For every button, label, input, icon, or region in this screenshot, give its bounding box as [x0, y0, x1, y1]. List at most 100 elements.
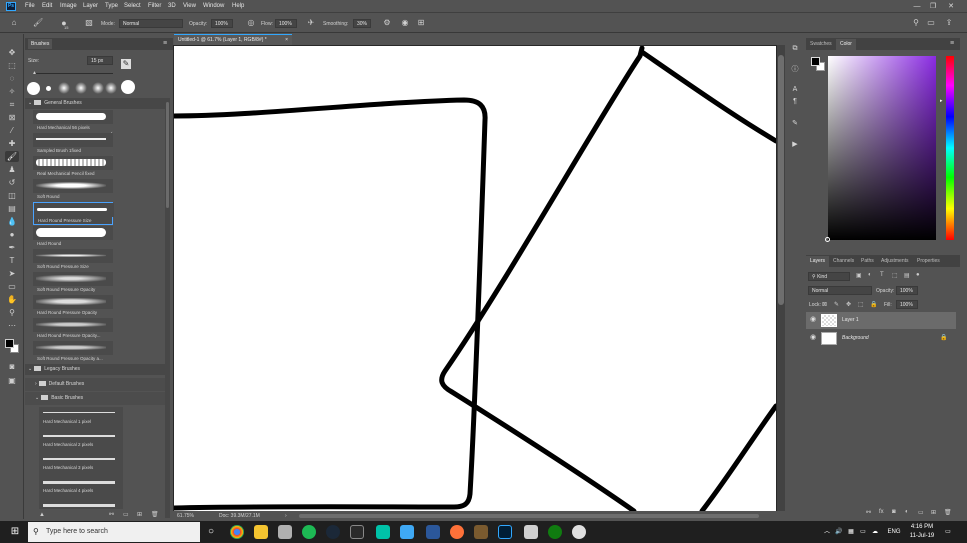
size-slider-track[interactable]	[33, 73, 113, 74]
minecraft-icon[interactable]	[474, 525, 488, 539]
quick-mask-icon[interactable]: ◙	[5, 361, 19, 372]
filter-pixel-icon[interactable]: ▣	[856, 272, 862, 279]
tab-layers[interactable]: Layers	[806, 256, 830, 267]
airbrush-icon[interactable]: ✈	[306, 18, 316, 28]
gradient-tool-icon[interactable]: ▤	[5, 203, 19, 214]
document-horizontal-scrollbar-thumb[interactable]	[299, 514, 759, 518]
brush-tip-hard-xl[interactable]	[121, 80, 135, 94]
tray-chevron-icon[interactable]: ︿	[822, 521, 832, 543]
brush-tip-soft-2[interactable]	[75, 82, 87, 94]
type-tool-icon[interactable]: T	[5, 255, 19, 266]
smoothing-gear-icon[interactable]: ⚙	[382, 18, 392, 28]
color-picker-field[interactable]	[828, 56, 936, 240]
size-field[interactable]: 15 px	[87, 56, 113, 65]
blend-mode-select[interactable]: Normal	[808, 286, 872, 295]
epic-games-icon[interactable]	[350, 525, 364, 539]
path-selection-tool-icon[interactable]: ➤	[5, 268, 19, 279]
crop-tool-icon[interactable]: ⌗	[5, 99, 19, 110]
frame-tool-icon[interactable]: ⊠	[5, 112, 19, 123]
marquee-tool-icon[interactable]: ⬚	[5, 60, 19, 71]
blur-tool-icon[interactable]: 💧	[5, 216, 19, 227]
document-tab-close-icon[interactable]: ×	[285, 35, 288, 45]
view-toggle-icon[interactable]: ⚯	[109, 511, 114, 518]
brush-tool-icon[interactable]: 🖌	[5, 151, 19, 162]
new-brush-footer-icon[interactable]: ⊞	[137, 511, 142, 518]
new-layer-icon[interactable]: ⊞	[931, 509, 936, 516]
opacity-field[interactable]: 100%	[211, 19, 233, 28]
chrome-icon[interactable]	[230, 525, 244, 539]
layer-row-layer-1[interactable]: ◉ Layer 1	[806, 312, 956, 329]
zoom-tool-icon[interactable]: ⚲	[5, 307, 19, 318]
legacy-brush-item[interactable]: Hard Mechanical 1 pixel	[39, 407, 123, 430]
photoshop-taskbar-icon[interactable]	[498, 525, 512, 539]
brush-tip-hard-large[interactable]	[27, 82, 40, 95]
xbox-icon[interactable]	[548, 525, 562, 539]
color-picker-cursor[interactable]	[825, 237, 830, 242]
doc-size-info[interactable]: Doc: 39.3M/27.1M	[219, 511, 260, 521]
lasso-tool-icon[interactable]: ◌	[5, 73, 19, 84]
menu-edit[interactable]: Edit	[42, 0, 52, 13]
brush-group-general[interactable]: ⌄ General Brushes	[25, 98, 165, 109]
lock-position-icon[interactable]: ✥	[846, 301, 851, 308]
layer-filter-kind[interactable]: ⚲ Kind	[808, 272, 850, 281]
menu-file[interactable]: File	[25, 0, 35, 13]
legacy-brush-item[interactable]: Hard Mechanical 2 pixels	[39, 430, 123, 453]
brush-subgroup-default[interactable]: › Default Brushes	[25, 378, 165, 391]
word-icon[interactable]	[426, 525, 440, 539]
actions-panel-icon[interactable]: ▶	[789, 139, 801, 150]
onedrive-icon[interactable]: ☁	[870, 521, 880, 543]
smoothing-field[interactable]: 30%	[353, 19, 371, 28]
brush-item-selected[interactable]: Hard Round Pressure Size	[33, 202, 114, 225]
filter-adjustment-icon[interactable]: ◐	[868, 272, 872, 278]
move-tool-icon[interactable]: ✥	[5, 47, 19, 58]
magic-wand-tool-icon[interactable]: ✧	[5, 86, 19, 97]
network-icon[interactable]: ▦	[846, 521, 856, 543]
menu-type[interactable]: Type	[105, 0, 118, 13]
volume-icon[interactable]: 🔊	[834, 521, 844, 543]
new-group-folder-icon[interactable]: ▭	[123, 511, 129, 518]
history-brush-tool-icon[interactable]: ↺	[5, 177, 19, 188]
info-panel-icon[interactable]: ⓘ	[789, 64, 801, 75]
snipping-tool-icon[interactable]	[278, 525, 292, 539]
symmetry-icon[interactable]: ⊞	[416, 18, 426, 28]
screen-mode-icon[interactable]: ▣	[5, 375, 19, 386]
menu-view[interactable]: View	[183, 0, 196, 13]
document-vertical-scrollbar-thumb[interactable]	[778, 55, 784, 305]
hue-slider-handle[interactable]: ▸	[940, 98, 943, 104]
spotify-icon[interactable]	[302, 525, 316, 539]
mode-select[interactable]: Normal	[119, 19, 183, 28]
home-icon[interactable]: ⌂	[9, 18, 19, 28]
size-slider-icon[interactable]: ▲	[39, 512, 45, 518]
filter-type-icon[interactable]: T	[880, 272, 884, 278]
brush-tip-soft-3[interactable]	[92, 82, 104, 94]
lock-artboard-icon[interactable]: ⬚	[858, 301, 864, 308]
link-layers-icon[interactable]: ⚯	[866, 509, 871, 516]
panel-menu-icon[interactable]: ≡	[950, 40, 954, 47]
tab-color[interactable]: Color	[836, 39, 856, 50]
menu-filter[interactable]: Filter	[148, 0, 161, 13]
menu-help[interactable]: Help	[232, 0, 244, 13]
menu-select[interactable]: Select	[124, 0, 141, 13]
history-panel-icon[interactable]: ⧉	[789, 43, 801, 54]
new-group-icon[interactable]: ▭	[918, 509, 924, 516]
hue-slider[interactable]	[946, 56, 954, 240]
filter-toggle-icon[interactable]: ●	[916, 272, 920, 278]
hand-tool-icon[interactable]: ✋	[5, 294, 19, 305]
app-icon-white[interactable]	[572, 525, 586, 539]
lock-all-icon[interactable]: 🔒	[870, 301, 877, 308]
windows-start-icon[interactable]: ⊞	[8, 525, 22, 539]
clock-date[interactable]: 11-Jul-19	[905, 532, 939, 541]
brush-tip-small[interactable]	[46, 86, 51, 91]
layer-style-icon[interactable]: fx	[879, 509, 884, 515]
character-panel-icon[interactable]: A	[789, 84, 801, 95]
layer-row-background[interactable]: ◉ Background 🔒	[806, 330, 956, 347]
file-explorer-icon[interactable]	[254, 525, 268, 539]
tab-brushes[interactable]: Brushes	[28, 39, 53, 49]
shape-tool-icon[interactable]: ▭	[5, 281, 19, 292]
foreground-color-swatch[interactable]	[5, 339, 14, 348]
workspace-icon[interactable]: ▭	[926, 18, 936, 28]
search-icon[interactable]: ⚲	[911, 18, 921, 28]
share-icon[interactable]: ⇪	[944, 18, 954, 28]
brush-group-legacy[interactable]: ⌄ Legacy Brushes	[25, 364, 165, 375]
app-icon-gray[interactable]	[524, 525, 538, 539]
